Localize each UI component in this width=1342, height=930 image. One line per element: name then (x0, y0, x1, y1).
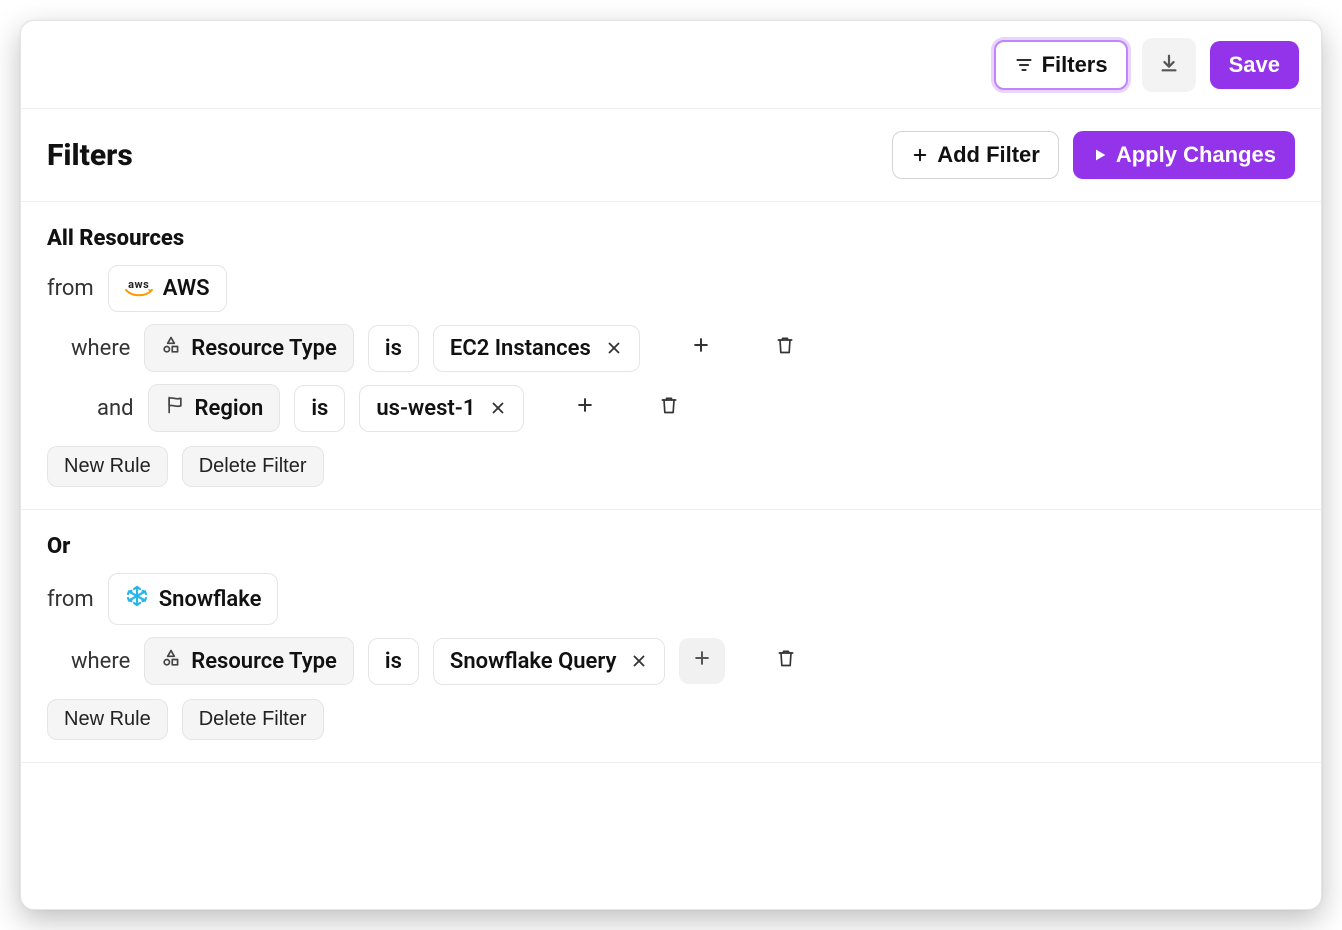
plus-icon (692, 648, 712, 674)
value-label: us-west-1 (376, 396, 475, 421)
add-value-button[interactable] (678, 325, 724, 371)
operator-chip[interactable]: is (368, 638, 419, 685)
apply-changes-button[interactable]: Apply Changes (1073, 131, 1295, 179)
field-chip[interactable]: Resource Type (144, 324, 354, 372)
aws-icon: aws (125, 279, 153, 298)
filters-section-actions: Add Filter Apply Changes (892, 131, 1295, 179)
close-icon[interactable] (605, 339, 623, 357)
filter-group: All Resources from aws AWS where Resourc… (21, 202, 1321, 510)
plus-icon (575, 395, 595, 421)
field-label: Resource Type (191, 649, 337, 674)
delete-rule-button[interactable] (763, 638, 809, 684)
download-icon (1158, 52, 1180, 78)
rule-row: where Resource Type is EC2 Instances (47, 324, 1295, 372)
filters-toggle-label: Filters (1042, 52, 1108, 78)
filters-section-title: Filters (47, 138, 133, 173)
download-button[interactable] (1142, 38, 1196, 92)
filter-group-footer: New Rule Delete Filter (47, 446, 1295, 487)
trash-icon (775, 334, 795, 362)
field-chip[interactable]: Resource Type (144, 637, 354, 685)
operator-label: is (311, 396, 328, 421)
field-label: Region (195, 396, 264, 421)
keyword-from: from (47, 276, 94, 301)
close-icon[interactable] (630, 652, 648, 670)
new-rule-label: New Rule (64, 455, 151, 477)
shapes-icon (161, 648, 181, 674)
filter-group-footer: New Rule Delete Filter (47, 699, 1295, 740)
filters-toggle-button[interactable]: Filters (994, 40, 1128, 90)
delete-filter-label: Delete Filter (199, 708, 307, 730)
provider-label: AWS (163, 276, 210, 301)
trash-icon (776, 647, 796, 675)
value-chip[interactable]: EC2 Instances (433, 325, 640, 372)
add-filter-button[interactable]: Add Filter (892, 131, 1059, 179)
provider-chip[interactable]: Snowflake (108, 573, 279, 625)
top-bar: Filters Save (21, 21, 1321, 109)
save-button[interactable]: Save (1210, 41, 1299, 89)
save-button-label: Save (1229, 52, 1280, 78)
keyword-where: where (71, 336, 130, 361)
value-label: Snowflake Query (450, 649, 617, 674)
add-value-button[interactable] (562, 385, 608, 431)
from-row: from Snowflake (47, 573, 1295, 625)
filter-group-title: Or (47, 534, 1295, 559)
field-chip[interactable]: Region (148, 384, 281, 432)
filters-section-header: Filters Add Filter Apply Changes (21, 109, 1321, 202)
delete-rule-button[interactable] (646, 385, 692, 431)
play-icon (1092, 147, 1108, 163)
operator-label: is (385, 336, 402, 361)
keyword-and: and (97, 396, 134, 421)
plus-icon (691, 335, 711, 361)
provider-label: Snowflake (159, 587, 262, 612)
trash-icon (659, 394, 679, 422)
new-rule-label: New Rule (64, 708, 151, 730)
rule-row: and Region is us-west-1 (47, 384, 1295, 432)
new-rule-button[interactable]: New Rule (47, 699, 168, 740)
add-filter-label: Add Filter (937, 142, 1040, 168)
provider-chip[interactable]: aws AWS (108, 265, 227, 312)
keyword-from: from (47, 587, 94, 612)
keyword-where: where (71, 649, 130, 674)
snowflake-icon (125, 584, 149, 614)
from-row: from aws AWS (47, 265, 1295, 312)
add-value-button[interactable] (679, 638, 725, 684)
field-label: Resource Type (191, 336, 337, 361)
operator-chip[interactable]: is (368, 325, 419, 372)
filter-group-title: All Resources (47, 226, 1295, 251)
filter-icon (1014, 55, 1034, 75)
delete-rule-button[interactable] (762, 325, 808, 371)
flag-icon (165, 395, 185, 421)
shapes-icon (161, 335, 181, 361)
apply-changes-label: Apply Changes (1116, 142, 1276, 168)
operator-chip[interactable]: is (294, 385, 345, 432)
rule-row: where Resource Type is Snowflake Query (47, 637, 1295, 685)
value-label: EC2 Instances (450, 336, 591, 361)
close-icon[interactable] (489, 399, 507, 417)
new-rule-button[interactable]: New Rule (47, 446, 168, 487)
delete-filter-button[interactable]: Delete Filter (182, 699, 324, 740)
value-chip[interactable]: us-west-1 (359, 385, 524, 432)
app-window: Filters Save Filters Add Filter (20, 20, 1322, 910)
plus-icon (911, 146, 929, 164)
operator-label: is (385, 649, 402, 674)
delete-filter-button[interactable]: Delete Filter (182, 446, 324, 487)
delete-filter-label: Delete Filter (199, 455, 307, 477)
filter-group: Or from Snowflake where Resource Type is (21, 510, 1321, 763)
value-chip[interactable]: Snowflake Query (433, 638, 666, 685)
